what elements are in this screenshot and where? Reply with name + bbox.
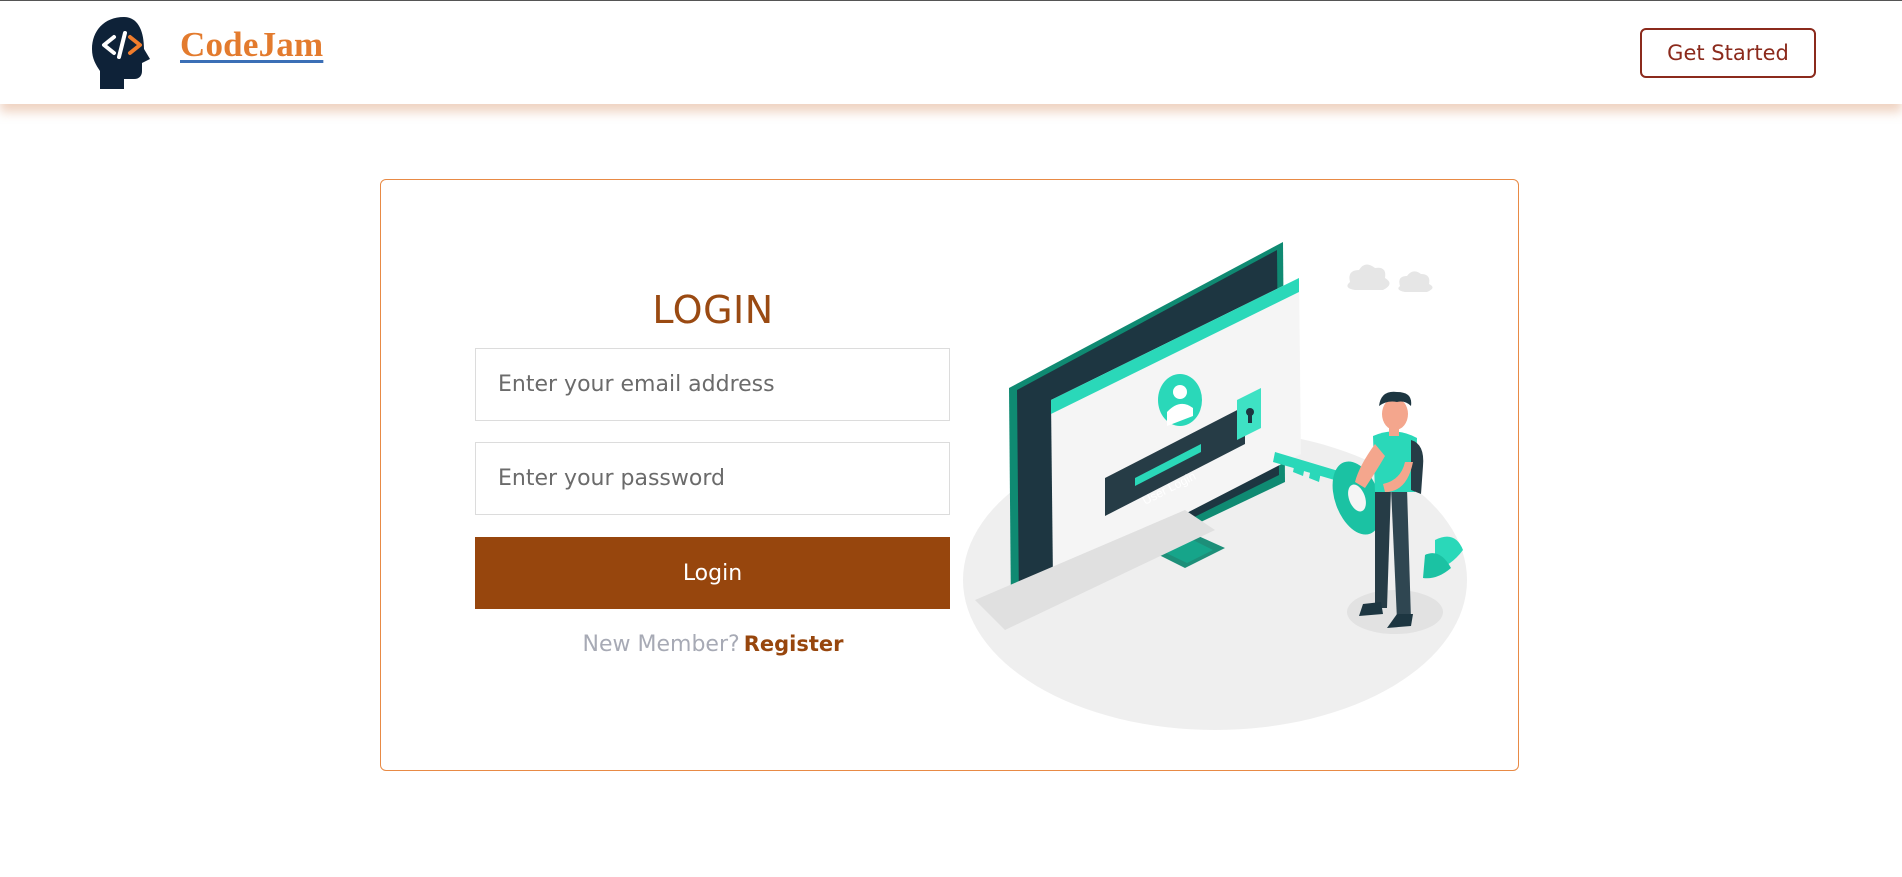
login-title: LOGIN <box>652 288 774 332</box>
password-input[interactable]: Enter your password <box>475 442 950 515</box>
user-login-illustration: User Login <box>955 230 1475 740</box>
navbar: CodeJam Get Started <box>0 0 1902 104</box>
login-button[interactable]: Login <box>475 537 950 609</box>
register-link[interactable]: Register <box>744 632 844 656</box>
email-input[interactable]: Enter your email address <box>475 348 950 421</box>
new-member-text: New Member? <box>582 632 740 657</box>
get-started-button[interactable]: Get Started <box>1640 28 1816 78</box>
brand-link[interactable]: CodeJam <box>180 25 323 65</box>
register-row: New Member? Register <box>476 632 950 657</box>
head-code-icon[interactable] <box>90 15 158 91</box>
